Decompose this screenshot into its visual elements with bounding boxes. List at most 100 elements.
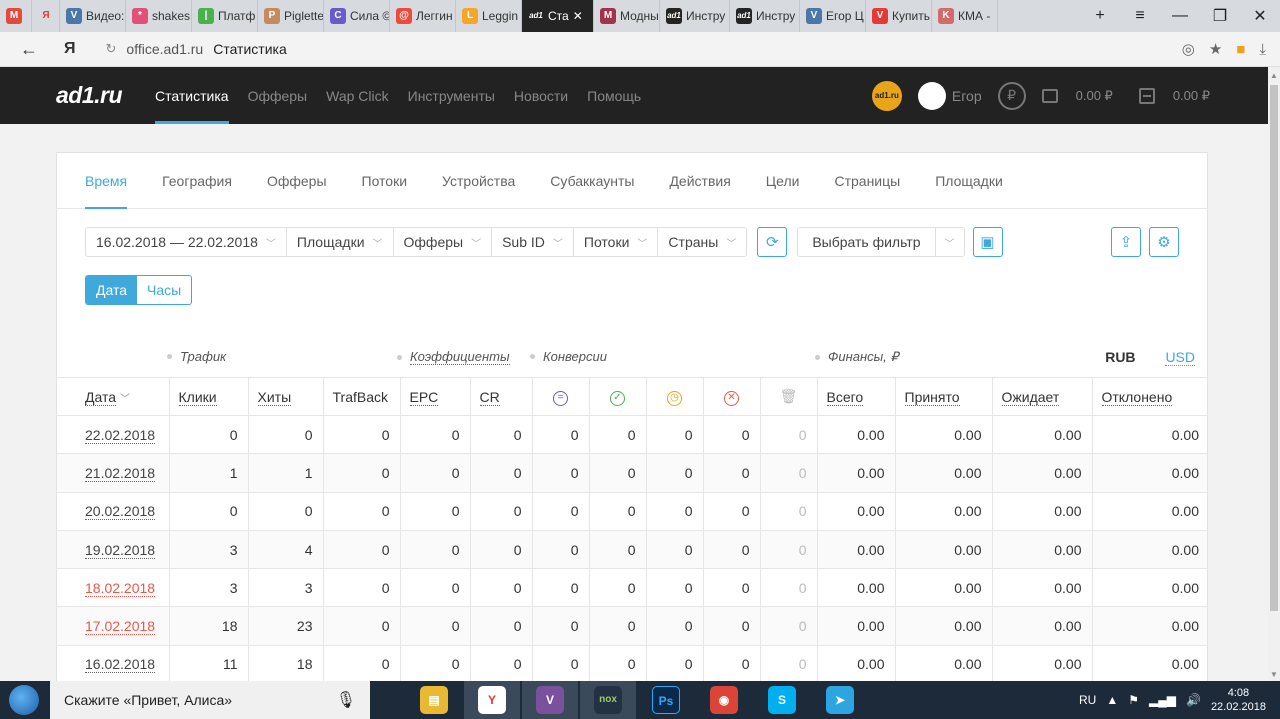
col-epc[interactable]: EPC	[400, 377, 471, 416]
alice-search-box[interactable]: Скажите «Привет, Алиса» 🎙	[50, 681, 370, 719]
col-hits[interactable]: Хиты	[248, 377, 324, 416]
col-rejected-conv[interactable]: ✕	[703, 377, 761, 416]
filter-dropdown[interactable]: Площадки ﹀	[287, 228, 394, 256]
user-name[interactable]: Егор	[952, 88, 982, 104]
col-trafback[interactable]: TrafBack	[323, 377, 401, 416]
ad1-badge-icon[interactable]: ad1.ru	[871, 80, 902, 111]
toggle-hours[interactable]: Часы	[137, 276, 191, 304]
stats-tab[interactable]: Офферы	[267, 153, 327, 208]
save-filter-button[interactable]: ▣	[972, 227, 1003, 257]
download-icon[interactable]: ⤓	[1259, 41, 1266, 58]
browser-tab[interactable]: | Платф	[192, 0, 258, 32]
stats-tab[interactable]: География	[162, 153, 232, 208]
stats-tab[interactable]: Потоки	[362, 153, 408, 208]
stats-tab[interactable]: Устройства	[442, 153, 515, 208]
refresh-button[interactable]: ⟳	[757, 227, 788, 257]
clock[interactable]: 4:08 22.02.2018	[1211, 686, 1266, 714]
stats-tab[interactable]: Площадки	[935, 153, 1003, 208]
col-accepted[interactable]: Принято	[895, 377, 993, 416]
taskbar-app-viber[interactable]: V	[522, 681, 578, 719]
scroll-up-icon[interactable]: ▲	[1268, 71, 1280, 80]
col-accepted-conv[interactable]: ✓	[589, 377, 647, 416]
reload-icon[interactable]: ↻	[106, 41, 117, 57]
toggle-date[interactable]: Дата	[86, 276, 138, 304]
col-deleted-conv[interactable]: 🗑	[760, 377, 818, 416]
microphone-icon[interactable]: 🎙	[336, 690, 356, 710]
row-date[interactable]: 18.02.2018	[57, 568, 170, 608]
scroll-down-icon[interactable]: ▼	[1268, 670, 1280, 679]
date-range-filter[interactable]: 16.02.2018 — 22.02.2018 ﹀	[86, 228, 287, 256]
network-icon[interactable]: ▂▄▆	[1149, 693, 1176, 707]
settings-gear-button[interactable]: ⚙	[1149, 227, 1179, 257]
avatar[interactable]	[917, 81, 946, 110]
stats-tab[interactable]: Цели	[766, 153, 800, 208]
row-date-link[interactable]: 18.02.2018	[85, 579, 156, 597]
choose-filter-select[interactable]: Выбрать фильтр ﹀	[797, 227, 965, 257]
volume-icon[interactable]: 🔊	[1186, 693, 1201, 707]
browser-tab[interactable]: @ Леггин	[390, 0, 456, 32]
browser-tab[interactable]: M	[0, 0, 32, 32]
row-date[interactable]: 17.02.2018	[57, 606, 170, 646]
taskbar-app-skype[interactable]: S	[754, 681, 810, 719]
language-indicator[interactable]: RU	[1079, 693, 1096, 707]
col-rejected[interactable]: Отклонено	[1092, 377, 1207, 416]
row-date[interactable]: 19.02.2018	[57, 530, 170, 570]
new-tab-button[interactable]: +	[1080, 7, 1120, 25]
wallet-icon[interactable]	[1041, 88, 1058, 103]
browser-tab[interactable]: P Piglette	[258, 0, 324, 32]
taskbar-app-nox[interactable]: nox	[580, 681, 636, 719]
nav-item[interactable]: Помощь	[587, 67, 641, 124]
browser-tab[interactable]: L Leggin	[456, 0, 522, 32]
stats-tab[interactable]: Страницы	[834, 153, 900, 208]
taskbar-app-chrome[interactable]: ◉	[696, 681, 752, 719]
url-text[interactable]: office.ad1.ru	[126, 41, 203, 57]
col-total[interactable]: Всего	[817, 377, 896, 416]
browser-tab[interactable]: ad1 Инстру	[730, 0, 800, 32]
col-cr[interactable]: CR	[470, 377, 533, 416]
nav-item[interactable]: Wap Click	[326, 67, 389, 124]
close-tab-icon[interactable]: ✕	[573, 9, 583, 23]
stats-tab[interactable]: Время	[85, 153, 128, 209]
browser-tab[interactable]: Я	[32, 0, 60, 32]
ruble-icon[interactable]: ₽	[997, 81, 1026, 110]
browser-tab[interactable]: ad1 Ста ✕	[522, 0, 594, 32]
safe-icon[interactable]	[1138, 87, 1155, 104]
minimize-button[interactable]: —	[1160, 7, 1200, 25]
filter-dropdown[interactable]: Страны ﹀	[658, 228, 746, 256]
extension-icon[interactable]: ◎	[1182, 40, 1195, 58]
scroll-thumb[interactable]	[1270, 85, 1278, 611]
col-pending[interactable]: Ожидает	[992, 377, 1093, 416]
browser-tab[interactable]: K КМА -	[932, 0, 998, 32]
col-pending-conv[interactable]: ◷	[646, 377, 704, 416]
group-coefficients[interactable]: Коэффициенты	[397, 349, 510, 365]
stats-tab[interactable]: Субаккаунты	[550, 153, 634, 208]
browser-tab[interactable]: V Видео:	[60, 0, 126, 32]
close-window-button[interactable]: ✕	[1240, 6, 1280, 26]
start-button[interactable]	[0, 681, 48, 719]
currency-usd[interactable]: USD	[1165, 349, 1195, 366]
restore-button[interactable]: ❐	[1200, 6, 1240, 26]
browser-tab[interactable]: ad1 Инстру	[660, 0, 730, 32]
browser-tab[interactable]: C Сила ©	[324, 0, 390, 32]
filter-dropdown[interactable]: Офферы ﹀	[394, 228, 493, 256]
currency-rub[interactable]: RUB	[1105, 349, 1135, 365]
row-date[interactable]: 20.02.2018	[57, 492, 170, 531]
browser-tab[interactable]: V Егор Ц	[800, 0, 866, 32]
row-date-link[interactable]: 21.02.2018	[85, 464, 156, 482]
row-date[interactable]: 16.02.2018	[57, 645, 170, 685]
row-date[interactable]: 22.02.2018	[57, 415, 170, 455]
nav-item[interactable]: Статистика	[155, 67, 229, 124]
filter-dropdown[interactable]: Потоки ﹀	[574, 228, 659, 256]
flag-icon[interactable]: ⚑	[1128, 693, 1139, 707]
stats-tab[interactable]: Действия	[669, 153, 730, 208]
taskbar-app-telegram[interactable]: ➤	[812, 681, 868, 719]
folder-icon[interactable]: ■	[1236, 41, 1245, 58]
bookmark-star-icon[interactable]: ★	[1209, 40, 1222, 58]
browser-tab[interactable]: * shakes	[126, 0, 192, 32]
chevron-down-icon[interactable]: ﹀	[936, 228, 964, 256]
choose-filter-label[interactable]: Выбрать фильтр	[798, 228, 936, 256]
browser-tab[interactable]: V Купить	[866, 0, 932, 32]
row-date-link[interactable]: 16.02.2018	[85, 656, 156, 674]
row-date-link[interactable]: 17.02.2018	[85, 618, 156, 636]
browser-tab[interactable]: M Модны	[594, 0, 660, 32]
